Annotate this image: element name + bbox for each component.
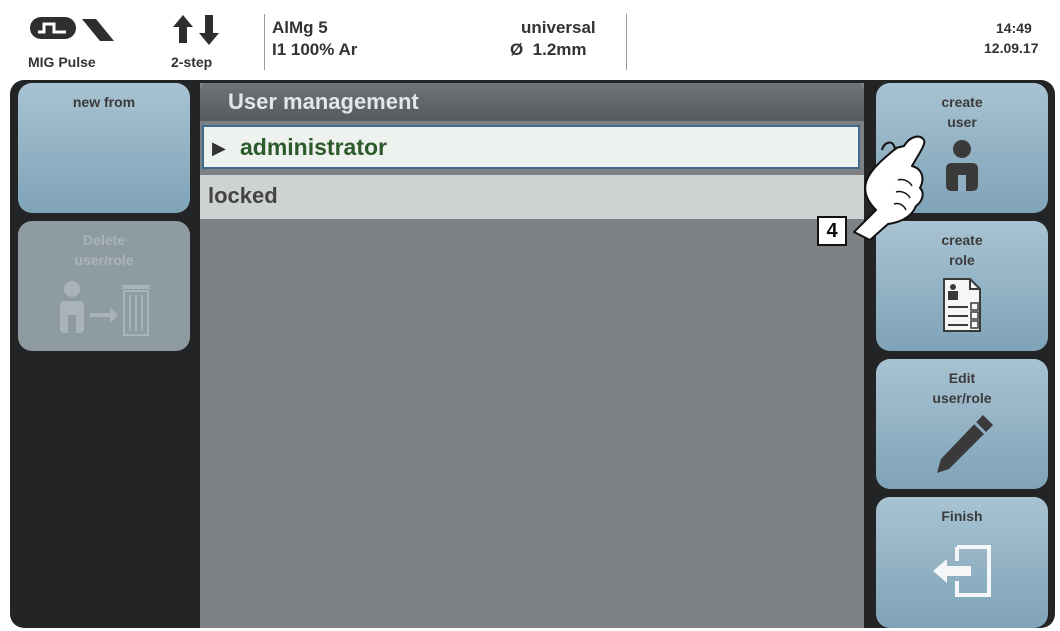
wire-type-label: universal (521, 18, 596, 37)
step-callout: 4 (817, 216, 847, 246)
two-step-mode-icon (173, 15, 219, 45)
edit-line2: user/role (932, 390, 992, 406)
status-bar: MIG Pulse 2-step AlMg 5 I1 100% Ar unive… (0, 0, 1060, 80)
material-label: AlMg 5 (272, 18, 328, 37)
role-document-icon (943, 278, 981, 332)
panel-header: User management (200, 83, 864, 121)
create-role-line2: role (949, 252, 975, 268)
create-user-line1: create (941, 94, 983, 110)
new-from-button[interactable]: new from (18, 83, 190, 213)
list-item-label: administrator (240, 134, 387, 160)
time-label: 14:49 (996, 20, 1032, 36)
finish-button[interactable]: Finish (876, 497, 1048, 628)
list-item-locked[interactable]: locked (200, 175, 864, 219)
hand-pointer-icon (853, 135, 926, 241)
edit-user-role-button[interactable]: Edit user/role (876, 359, 1048, 489)
user-icon (946, 140, 978, 191)
user-management-panel: User management ▶ administrator locked (200, 83, 864, 628)
finish-label: Finish (941, 508, 983, 524)
status-separator (264, 14, 265, 70)
delete-label-line2: user/role (74, 252, 134, 268)
selection-arrow-icon: ▶ (212, 138, 226, 158)
delete-user-role-button: Delete user/role (18, 221, 190, 351)
gas-label: I1 100% Ar (272, 40, 358, 59)
process-label: MIG Pulse (28, 54, 96, 70)
delete-label-line1: Delete (82, 232, 126, 248)
delete-user-icon (60, 281, 150, 336)
list-item-label: locked (208, 183, 278, 208)
exit-door-icon (933, 545, 991, 597)
date-label: 12.09.17 (984, 40, 1039, 56)
mode-label: 2-step (171, 54, 213, 70)
new-from-label: new from (72, 94, 136, 110)
pencil-icon (937, 415, 993, 473)
status-separator (626, 14, 627, 70)
edit-line1: Edit (948, 370, 976, 386)
wire-diameter-label: Ø 1.2mm (510, 40, 587, 59)
list-item-administrator[interactable]: ▶ administrator (202, 125, 860, 169)
pulse-process-icon (30, 17, 114, 41)
panel-title: User management (228, 89, 419, 114)
